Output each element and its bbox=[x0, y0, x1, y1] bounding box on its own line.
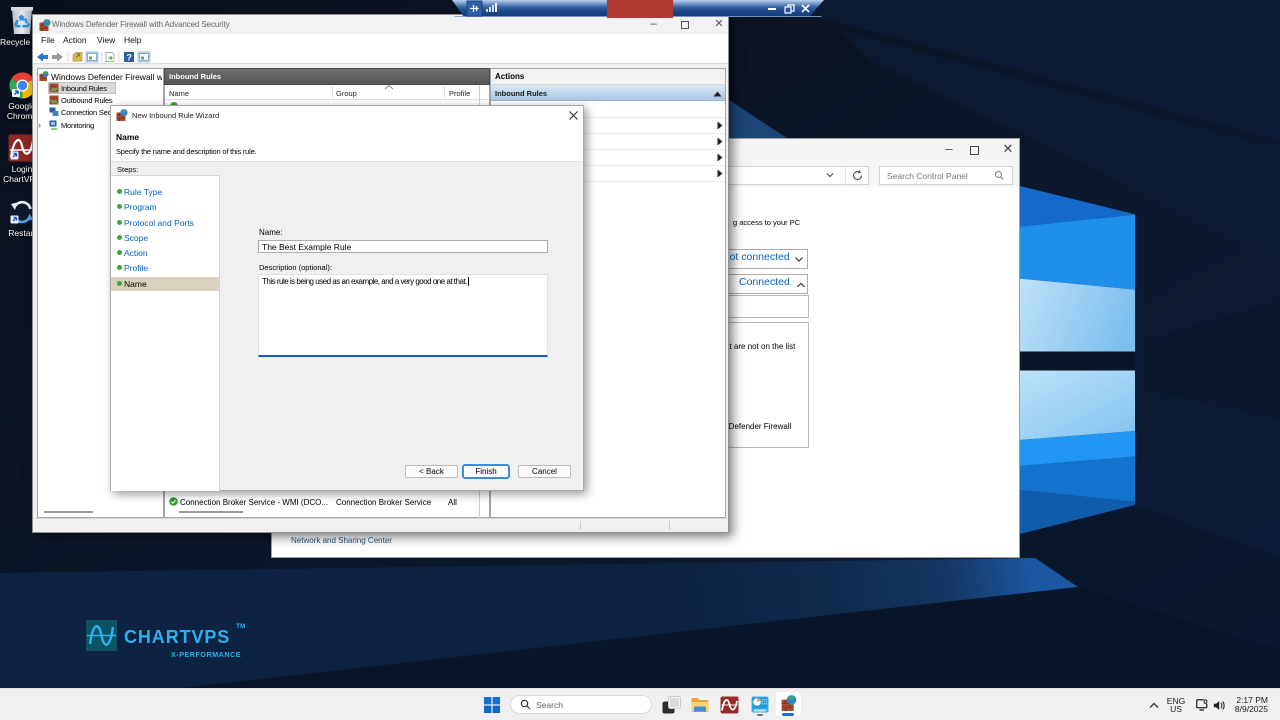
svg-text:TM: TM bbox=[236, 623, 245, 630]
svg-text:X-PERFORMANCE: X-PERFORMANCE bbox=[171, 650, 241, 659]
svg-text:?: ? bbox=[126, 52, 131, 62]
svg-text:CHARTVPS: CHARTVPS bbox=[124, 627, 230, 647]
